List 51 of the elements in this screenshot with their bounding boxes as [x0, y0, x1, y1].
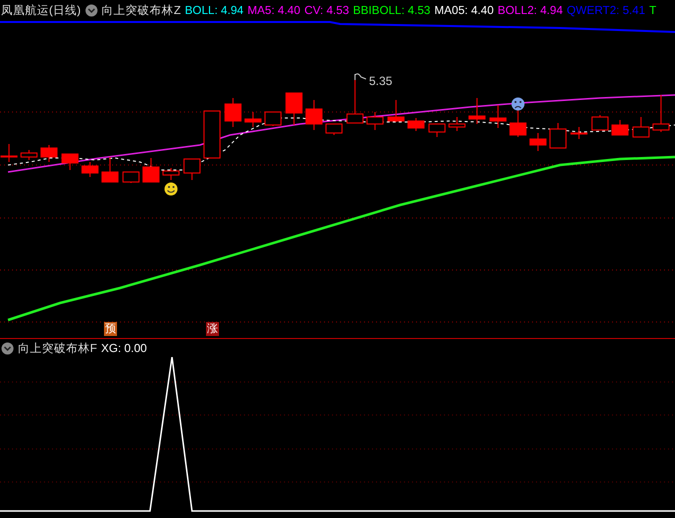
indicator-value: BOLL: 4.94: [184, 4, 244, 16]
signal-badge: 涨: [206, 322, 219, 336]
candlestick: [490, 104, 506, 128]
candlestick: [652, 94, 670, 132]
candlestick: [122, 172, 140, 184]
indicator-value: BBIBOLL: 4.53: [353, 4, 430, 16]
candlestick: [102, 156, 118, 182]
candlestick: [550, 122, 566, 148]
candlestick: [570, 126, 588, 140]
candlestick: [82, 162, 98, 178]
candlestick: [366, 112, 384, 130]
indicator-value: MA05: 4.40: [434, 4, 494, 16]
candlestick: [224, 98, 242, 128]
candlestick: [204, 110, 220, 158]
candlestick: [592, 114, 608, 130]
chevron-down-icon[interactable]: [1, 342, 14, 354]
candlestick: [510, 108, 526, 138]
signal-badge: 预: [104, 322, 117, 336]
candlestick: [530, 132, 546, 152]
candlestick: [184, 158, 200, 180]
candlestick: [428, 124, 446, 138]
candlestick: [40, 144, 58, 162]
indicator-value: BOLL2: 4.94: [498, 4, 563, 16]
candlestick: [408, 118, 424, 132]
candlestick: [142, 158, 160, 182]
indicator-name: 向上突破布林F: [18, 340, 98, 356]
indicator-value: XG: 0.00: [101, 342, 147, 354]
price-label: 5.35: [369, 74, 392, 88]
smiley-face-icon: [164, 182, 178, 196]
candlestick: [20, 150, 38, 160]
candlestick: [632, 116, 650, 138]
candlestick: [326, 124, 342, 136]
stock-title: 凤凰航运(日线): [1, 2, 81, 18]
sad-face-icon: [512, 98, 524, 110]
candlestick: [264, 112, 282, 126]
indicator-value: MA5: 4.40: [247, 4, 300, 16]
candlestick: [306, 100, 322, 130]
candlestick: [448, 116, 466, 132]
candlestick: [62, 154, 78, 170]
candlestick: [612, 120, 628, 136]
indicator-value: QWERT2: 5.41: [566, 4, 646, 16]
indicator-name: 向上突破布林Z: [102, 2, 181, 18]
candlestick: [244, 112, 262, 128]
candlestick: [468, 98, 486, 124]
flag-icon: [354, 73, 366, 80]
candlestick: [388, 100, 404, 122]
chevron-down-icon[interactable]: [84, 4, 98, 16]
indicator-value: CV: 4.53: [304, 4, 350, 16]
indicator-value: T: [649, 4, 656, 16]
candlestick: [286, 92, 302, 126]
candlestick: [162, 168, 180, 180]
